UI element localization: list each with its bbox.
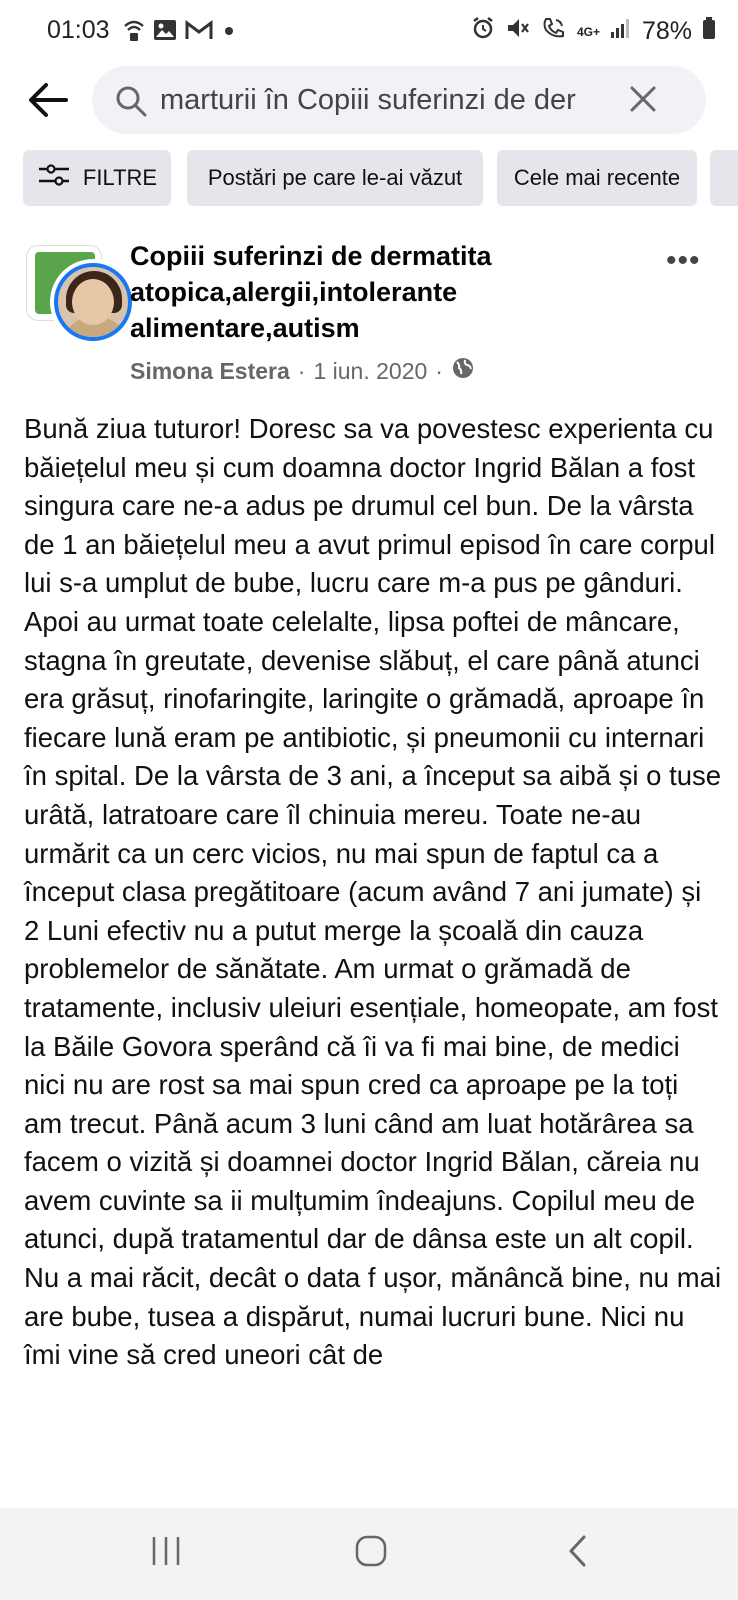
- alarm-icon: [471, 16, 495, 47]
- wifi-call-icon: [123, 18, 145, 47]
- close-icon[interactable]: [628, 84, 658, 119]
- network-label: 4G+: [576, 24, 600, 39]
- signal-icon: [610, 17, 632, 46]
- back-icon[interactable]: [566, 1534, 590, 1573]
- gmail-icon: [185, 19, 213, 46]
- chip-seen-posts-label: Postări pe care le-ai văzut: [207, 165, 463, 190]
- gallery-icon: [153, 19, 177, 46]
- recent-apps-icon[interactable]: [150, 1534, 182, 1573]
- post-body-text[interactable]: Bună ziua tuturor! Doresc sa va povestes…: [24, 410, 724, 1375]
- post-date[interactable]: 1 iun. 2020: [313, 358, 427, 385]
- author-name[interactable]: Simona Estera: [130, 358, 290, 385]
- search-icon: [114, 84, 148, 123]
- back-arrow-icon[interactable]: [26, 80, 70, 124]
- battery-percent: 78%: [641, 17, 692, 45]
- filters-button[interactable]: FILTRE: [23, 150, 171, 206]
- more-options-icon[interactable]: •••: [666, 244, 701, 278]
- dot-icon: [221, 19, 237, 46]
- chip-next[interactable]: [710, 150, 738, 206]
- chip-most-recent[interactable]: Cele mai recente: [497, 150, 697, 206]
- filter-chips: FILTRE Postări pe care le-ai văzut Cele …: [23, 150, 738, 208]
- globe-icon: [451, 356, 475, 386]
- post-avatar[interactable]: [26, 245, 136, 345]
- battery-icon: [702, 16, 716, 47]
- chip-seen-posts[interactable]: Postări pe care le-ai văzut: [187, 150, 483, 206]
- group-name-link[interactable]: Copiii suferinzi de dermatita atopica,al…: [130, 238, 650, 346]
- filter-sliders-icon: [37, 163, 71, 193]
- meta-separator: ·: [435, 357, 443, 384]
- chip-most-recent-label: Cele mai recente: [513, 165, 681, 190]
- home-icon[interactable]: [354, 1534, 388, 1573]
- volte-call-icon: [541, 16, 567, 47]
- status-bar: 01:03 4G+ 78%: [0, 0, 738, 64]
- system-nav-bar: [0, 1508, 738, 1600]
- user-avatar: [50, 259, 136, 345]
- mute-icon: [505, 16, 531, 47]
- meta-separator: ·: [297, 357, 306, 384]
- filters-label: FILTRE: [82, 165, 158, 190]
- search-bar[interactable]: [92, 66, 706, 134]
- search-input[interactable]: [160, 78, 618, 122]
- post-meta: Simona Estera · 1 iun. 2020 ·: [130, 356, 475, 386]
- status-time: 01:03: [47, 16, 110, 44]
